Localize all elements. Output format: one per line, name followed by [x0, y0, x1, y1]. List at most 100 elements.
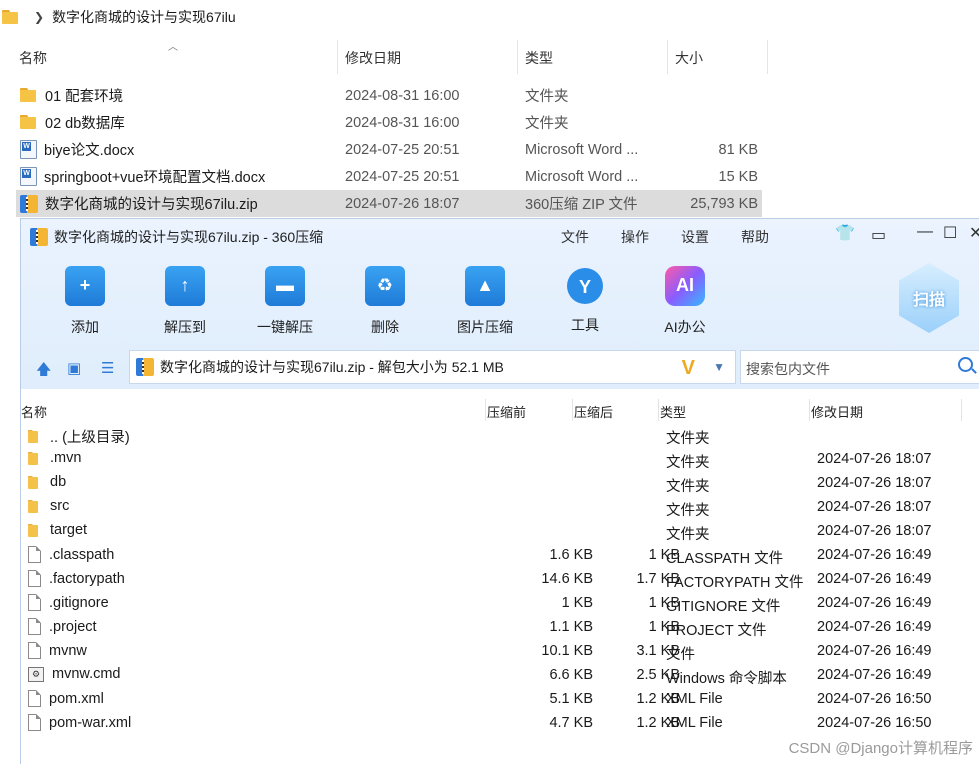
add-button[interactable]: + 添加 — [41, 263, 129, 337]
file-row[interactable]: 数字化商城的设计与实现67ilu.zip 2024-07-26 18:07 360压… — [16, 190, 762, 217]
chevron-down-icon[interactable]: ▼ — [713, 360, 725, 374]
column-divider[interactable] — [572, 399, 573, 421]
archive-row[interactable]: .factorypath 14.6 KB 1.7 KB FACTORYPATH 文件 2… — [21, 568, 961, 592]
one-click-extract-button[interactable]: ▬ 一键解压 — [241, 263, 329, 337]
archive-row[interactable]: mvnw 10.1 KB 3.1 KB 文件 2024-07-26 16:49 — [21, 640, 961, 664]
column-type[interactable]: 类型 — [660, 402, 686, 421]
file-type: 文件夹 — [525, 116, 569, 132]
file-row[interactable]: 02 db数据库 2024-08-31 16:00 文件夹 — [16, 109, 762, 136]
file-row[interactable]: springboot+vue环境配置文档.docx 2024-07-25 20:5… — [16, 163, 762, 190]
column-name[interactable]: 名称 — [12, 40, 47, 76]
toolbar-label: 一键解压 — [257, 319, 313, 335]
column-after[interactable]: 压缩后 — [574, 402, 613, 421]
thumbnail-view-icon[interactable]: ▣ — [67, 359, 81, 377]
feedback-icon[interactable]: ▭ — [871, 225, 886, 245]
archive-file-name[interactable]: .classpath — [49, 547, 114, 563]
archive-row[interactable]: .mvn 文件夹 2024-07-26 18:07 — [21, 448, 961, 472]
column-type[interactable]: 类型 — [518, 40, 553, 76]
menu-file[interactable]: 文件 — [561, 227, 589, 247]
verified-v-icon[interactable]: V — [682, 357, 695, 380]
menu-operation[interactable]: 操作 — [621, 227, 649, 247]
archive-file-name[interactable]: pom-war.xml — [49, 715, 131, 731]
archive-name-cell[interactable]: src — [28, 498, 69, 514]
archive-row[interactable]: db 文件夹 2024-07-26 18:07 — [21, 472, 961, 496]
search-input[interactable]: 搜索包内文件 — [740, 350, 979, 384]
up-arrow-icon[interactable]: 🡅 — [36, 359, 51, 384]
menu-help[interactable]: 帮助 — [741, 227, 769, 247]
archive-file-name[interactable]: .project — [49, 619, 97, 635]
archive-name-cell[interactable]: .factorypath — [28, 570, 125, 587]
archive-name-cell[interactable]: .project — [28, 618, 97, 635]
address-text[interactable]: 数字化商城的设计与实现67ilu.zip - 解包大小为 52.1 MB — [160, 357, 504, 377]
archive-file-name[interactable]: .gitignore — [49, 595, 109, 611]
archive-file-name[interactable]: mvnw — [49, 643, 87, 659]
archive-name-cell[interactable]: mvnw — [28, 642, 87, 659]
archive-name-cell[interactable]: .gitignore — [28, 594, 109, 611]
column-divider[interactable] — [485, 399, 486, 421]
archive-row[interactable]: target 文件夹 2024-07-26 18:07 — [21, 520, 961, 544]
column-date[interactable]: 修改日期 — [811, 402, 863, 421]
archive-file-name[interactable]: src — [50, 498, 69, 514]
list-view-icon[interactable]: ☰ — [101, 359, 114, 377]
search-icon[interactable] — [958, 357, 973, 372]
archive-file-name[interactable]: .. (上级目录) — [50, 426, 130, 447]
breadcrumb[interactable]: ❯ 数字化商城的设计与实现67ilu — [0, 4, 236, 30]
archive-row[interactable]: pom.xml 5.1 KB 1.2 KB XML File 2024-07-26 16… — [21, 688, 961, 712]
archive-name-cell[interactable]: .. (上级目录) — [28, 426, 130, 447]
archive-file-name[interactable]: .mvn — [50, 450, 81, 466]
column-divider[interactable] — [809, 399, 810, 421]
archive-name-cell[interactable]: pom.xml — [28, 690, 104, 707]
file-name[interactable]: springboot+vue环境配置文档.docx — [44, 166, 265, 187]
tools-button[interactable]: Y 工具 — [541, 263, 629, 335]
breadcrumb-current[interactable]: 数字化商城的设计与实现67ilu — [52, 7, 236, 27]
file-name-cell[interactable]: springboot+vue环境配置文档.docx — [20, 166, 265, 187]
file-name-cell[interactable]: 02 db数据库 — [20, 112, 125, 133]
archive-row[interactable]: .. (上级目录) 文件夹 — [21, 424, 961, 448]
archive-file-name[interactable]: pom.xml — [49, 691, 104, 707]
archive-file-name[interactable]: db — [50, 474, 66, 490]
archive-name-cell[interactable]: ⚙ mvnw.cmd — [28, 666, 121, 682]
archive-name-cell[interactable]: .mvn — [28, 450, 81, 466]
skin-shirt-icon[interactable]: 👕 — [835, 223, 855, 243]
file-name-cell[interactable]: 01 配套环境 — [20, 85, 123, 106]
archive-row[interactable]: pom-war.xml 4.7 KB 1.2 KB XML File 2024-07-2… — [21, 712, 961, 736]
archive-row[interactable]: ⚙ mvnw.cmd 6.6 KB 2.5 KB Windows 命令脚本 2024-07… — [21, 664, 961, 688]
file-name[interactable]: 数字化商城的设计与实现67ilu.zip — [45, 193, 258, 214]
file-name[interactable]: 01 配套环境 — [45, 85, 123, 106]
archive-file-name[interactable]: .factorypath — [49, 571, 125, 587]
chevron-right-icon[interactable]: ❯ — [34, 10, 44, 24]
column-name[interactable]: 名称 — [21, 402, 47, 421]
ai-office-button[interactable]: AI AI办公 — [641, 263, 729, 337]
column-modified[interactable]: 修改日期 — [338, 40, 401, 76]
archive-row[interactable]: src 文件夹 2024-07-26 18:07 — [21, 496, 961, 520]
archive-file-name[interactable]: mvnw.cmd — [52, 666, 121, 682]
image-compress-button[interactable]: ▲ 图片压缩 — [441, 263, 529, 337]
file-row[interactable]: biye论文.docx 2024-07-25 20:51 Microsoft Wor… — [16, 136, 762, 163]
archive-row[interactable]: .project 1.1 KB 1 KB PROJECT 文件 2024-07-26 1… — [21, 616, 961, 640]
archive-name-cell[interactable]: pom-war.xml — [28, 714, 131, 731]
column-before[interactable]: 压缩前 — [487, 402, 526, 421]
archive-name-cell[interactable]: db — [28, 474, 66, 490]
file-name[interactable]: 02 db数据库 — [45, 112, 125, 133]
column-divider[interactable] — [961, 399, 962, 421]
archive-row[interactable]: .gitignore 1 KB 1 KB GITIGNORE 文件 2024-07-26… — [21, 592, 961, 616]
scan-button[interactable]: 扫描 — [899, 263, 959, 333]
archive-file-name[interactable]: target — [50, 522, 87, 538]
file-row[interactable]: 01 配套环境 2024-08-31 16:00 文件夹 — [16, 82, 762, 109]
column-divider[interactable] — [658, 399, 659, 421]
column-divider[interactable] — [767, 40, 768, 74]
close-icon[interactable]: ✕ — [969, 223, 979, 243]
menu-settings[interactable]: 设置 — [681, 227, 709, 247]
file-name-cell[interactable]: biye论文.docx — [20, 139, 134, 160]
column-size[interactable]: 大小 — [668, 40, 703, 76]
address-bar[interactable]: 数字化商城的设计与实现67ilu.zip - 解包大小为 52.1 MB V ▼ — [129, 350, 736, 384]
file-name[interactable]: biye论文.docx — [44, 139, 134, 160]
archive-name-cell[interactable]: .classpath — [28, 546, 114, 563]
maximize-icon[interactable]: ☐ — [943, 223, 957, 243]
minimize-icon[interactable]: — — [917, 223, 933, 241]
extract-to-button[interactable]: ↑ 解压到 — [141, 263, 229, 337]
file-name-cell[interactable]: 数字化商城的设计与实现67ilu.zip — [20, 193, 258, 214]
archive-row[interactable]: .classpath 1.6 KB 1 KB CLASSPATH 文件 2024-07-… — [21, 544, 961, 568]
archive-name-cell[interactable]: target — [28, 522, 87, 538]
delete-button[interactable]: ♻ 删除 — [341, 263, 429, 337]
